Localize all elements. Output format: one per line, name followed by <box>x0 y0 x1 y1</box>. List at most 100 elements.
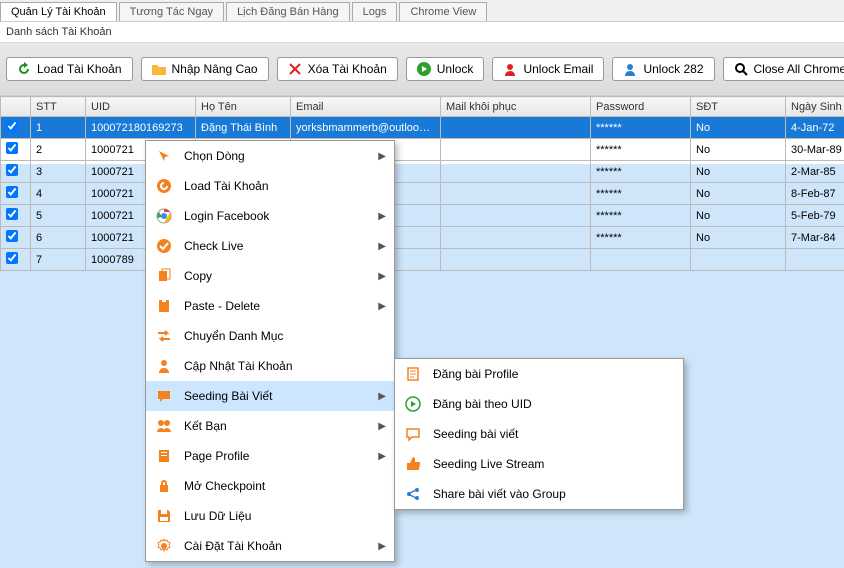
row-checkbox[interactable] <box>6 164 18 176</box>
col-recovery[interactable]: Mail khôi phục <box>441 97 591 117</box>
row-checkbox-cell[interactable] <box>1 227 31 249</box>
cell-uid: 100072180169273 <box>86 117 196 139</box>
chevron-right-icon: ▶ <box>378 271 386 282</box>
import-button[interactable]: Nhập Nâng Cao <box>141 57 269 81</box>
cell-dob: 8-Feb-87 <box>786 183 844 205</box>
chevron-right-icon: ▶ <box>378 151 386 162</box>
chevron-right-icon: ▶ <box>378 421 386 432</box>
menu-save-data[interactable]: Lưu Dữ Liệu <box>146 501 394 531</box>
menu-settings[interactable]: Cài Đặt Tài Khoản▶ <box>146 531 394 561</box>
menu-load-accounts[interactable]: Load Tài Khoản <box>146 171 394 201</box>
chevron-right-icon: ▶ <box>378 301 386 312</box>
cell-recovery <box>441 183 591 205</box>
col-checkbox[interactable] <box>1 97 31 117</box>
close-all-chrome-button[interactable]: Close All Chrome <box>723 57 844 81</box>
tab-schedule[interactable]: Lịch Đăng Bán Hàng <box>226 2 350 21</box>
cell-email: yorksbmammerb@outlook.c... <box>291 117 441 139</box>
accounts-table[interactable]: STT UID Họ Tên Email Mail khôi phục Pass… <box>0 96 844 271</box>
cell-stt: 7 <box>31 249 86 271</box>
document-icon <box>403 364 423 384</box>
table-row[interactable]: 61000721otmail.******No7-Mar-84 <box>1 227 844 249</box>
submenu-seeding-post[interactable]: Seeding bài viết <box>395 419 683 449</box>
chevron-right-icon: ▶ <box>378 541 386 552</box>
unlock-282-label: Unlock 282 <box>643 62 703 76</box>
cell-dob <box>786 249 844 271</box>
col-email[interactable]: Email <box>291 97 441 117</box>
delete-account-label: Xóa Tài Khoản <box>308 62 387 76</box>
menu-check-live[interactable]: Check Live▶ <box>146 231 394 261</box>
submenu-post-by-uid[interactable]: Đăng bài theo UID <box>395 389 683 419</box>
user-update-icon <box>154 356 174 376</box>
unlock-button[interactable]: Unlock <box>406 57 485 81</box>
col-dob[interactable]: Ngày Sinh <box>786 97 844 117</box>
cell-phone: No <box>691 161 786 183</box>
unlock-label: Unlock <box>437 62 474 76</box>
row-checkbox[interactable] <box>6 120 18 132</box>
col-password[interactable]: Password <box>591 97 691 117</box>
cell-stt: 2 <box>31 139 86 161</box>
row-checkbox-cell[interactable] <box>1 117 31 139</box>
cursor-icon <box>154 146 174 166</box>
thumbs-up-icon <box>403 454 423 474</box>
table-row[interactable]: 71000789otmail. <box>1 249 844 271</box>
tab-chrome-view[interactable]: Chrome View <box>399 2 487 21</box>
table-row[interactable]: 31000721look.c...******No2-Mar-85 <box>1 161 844 183</box>
row-checkbox-cell[interactable] <box>1 183 31 205</box>
cell-dob: 7-Mar-84 <box>786 227 844 249</box>
submenu-post-profile[interactable]: Đăng bài Profile <box>395 359 683 389</box>
table-row[interactable]: 1100072180169273Đặng Thái Bìnhyorksbmamm… <box>1 117 844 139</box>
menu-login-facebook[interactable]: Login Facebook▶ <box>146 201 394 231</box>
row-checkbox-cell[interactable] <box>1 161 31 183</box>
cell-password: ****** <box>591 227 691 249</box>
chevron-right-icon: ▶ <box>378 451 386 462</box>
row-checkbox[interactable] <box>6 186 18 198</box>
row-checkbox-cell[interactable] <box>1 205 31 227</box>
chrome-icon <box>154 206 174 226</box>
row-checkbox-cell[interactable] <box>1 139 31 161</box>
cell-recovery <box>441 161 591 183</box>
unlock-282-button[interactable]: Unlock 282 <box>612 57 714 81</box>
menu-copy[interactable]: Copy▶ <box>146 261 394 291</box>
submenu-seeding-live[interactable]: Seeding Live Stream <box>395 449 683 479</box>
row-checkbox-cell[interactable] <box>1 249 31 271</box>
col-name[interactable]: Họ Tên <box>196 97 291 117</box>
menu-page-profile[interactable]: Page Profile▶ <box>146 441 394 471</box>
user-icon <box>623 62 637 76</box>
toolbar: Load Tài Khoản Nhập Nâng Cao Xóa Tài Kho… <box>0 43 844 96</box>
menu-seeding-post[interactable]: Seeding Bài Viết▶ <box>146 381 394 411</box>
cell-phone: No <box>691 139 786 161</box>
unlock-email-label: Unlock Email <box>523 62 593 76</box>
user-unlock-icon <box>503 62 517 76</box>
table-row[interactable]: 21000721hotmai...******No30-Mar-89 <box>1 139 844 161</box>
cell-recovery <box>441 227 591 249</box>
menu-paste-delete[interactable]: Paste - Delete▶ <box>146 291 394 321</box>
seeding-submenu: Đăng bài Profile Đăng bài theo UID Seedi… <box>394 358 684 510</box>
row-checkbox[interactable] <box>6 230 18 242</box>
tab-accounts[interactable]: Quản Lý Tài Khoản <box>0 2 117 21</box>
col-uid[interactable]: UID <box>86 97 196 117</box>
comment-icon <box>403 424 423 444</box>
col-stt[interactable]: STT <box>31 97 86 117</box>
tab-logs[interactable]: Logs <box>352 2 398 21</box>
delete-account-button[interactable]: Xóa Tài Khoản <box>277 57 398 81</box>
menu-add-friend[interactable]: Kết Bạn▶ <box>146 411 394 441</box>
submenu-share-group[interactable]: Share bài viết vào Group <box>395 479 683 509</box>
table-row[interactable]: 41000721look.fr******No8-Feb-87 <box>1 183 844 205</box>
row-checkbox[interactable] <box>6 208 18 220</box>
cell-password: ****** <box>591 139 691 161</box>
menu-select-rows[interactable]: Chọn Dòng▶ <box>146 141 394 171</box>
col-phone[interactable]: SĐT <box>691 97 786 117</box>
row-checkbox[interactable] <box>6 142 18 154</box>
menu-update-account[interactable]: Cập Nhật Tài Khoản <box>146 351 394 381</box>
menu-move-category[interactable]: Chuyển Danh Mục <box>146 321 394 351</box>
row-checkbox[interactable] <box>6 252 18 264</box>
play-icon <box>417 62 431 76</box>
cell-stt: 4 <box>31 183 86 205</box>
unlock-email-button[interactable]: Unlock Email <box>492 57 604 81</box>
load-accounts-button[interactable]: Load Tài Khoản <box>6 57 133 81</box>
tab-interact-now[interactable]: Tương Tác Ngay <box>119 2 224 21</box>
cell-password: ****** <box>591 183 691 205</box>
page-icon <box>154 446 174 466</box>
table-row[interactable]: 51000721com******No5-Feb-79 <box>1 205 844 227</box>
menu-open-checkpoint[interactable]: Mở Checkpoint <box>146 471 394 501</box>
